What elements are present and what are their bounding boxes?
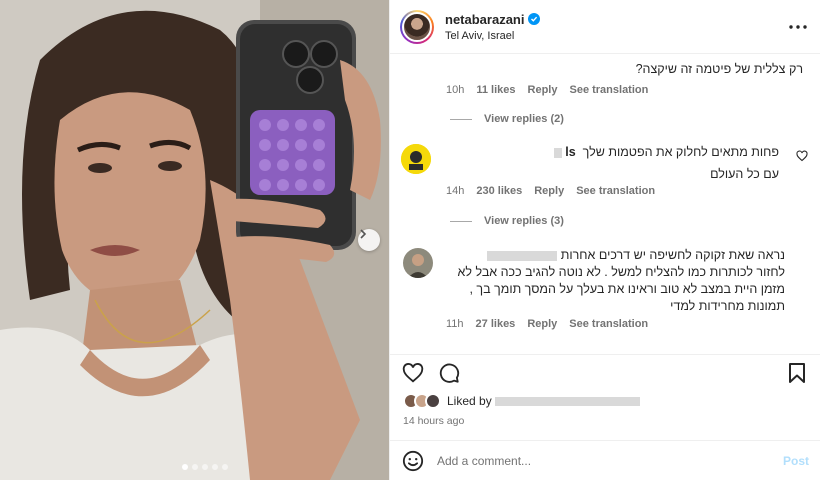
redacted-liker-info xyxy=(495,397,641,407)
comment-text: נראה שאת זקוקה לחשיפה יש דרכים אחרות לחז… xyxy=(445,247,785,315)
comment-text: פחות מתאים לחלוק את הפטמות שלך ls עם כל … xyxy=(459,144,779,183)
comment-text-line: מזמן היית במצב לא טוב וראינו את בעלך על … xyxy=(469,282,785,296)
comment-text-line: תמונות מחרידות למדי xyxy=(670,299,785,313)
view-replies-button[interactable]: View replies (2) xyxy=(450,113,564,125)
carousel-dot xyxy=(222,464,228,470)
reply-button[interactable]: Reply xyxy=(528,84,558,96)
post-timestamp[interactable]: 14 hours ago xyxy=(403,415,464,427)
post-action-bar xyxy=(390,354,820,388)
liked-by-text[interactable]: Liked by xyxy=(447,394,641,408)
post-location[interactable]: Tel Aviv, Israel xyxy=(445,30,540,42)
view-replies-label: View replies (2) xyxy=(484,113,564,125)
selfie-illustration xyxy=(0,0,389,480)
view-replies-button[interactable]: View replies (3) xyxy=(450,215,564,227)
comment-time: 14h xyxy=(446,185,465,197)
carousel-dots xyxy=(182,464,228,470)
post-photo[interactable] xyxy=(0,0,389,480)
emoji-icon[interactable] xyxy=(402,450,424,472)
comment-text-line: עם כל העולם xyxy=(710,167,779,181)
reply-button[interactable]: Reply xyxy=(527,318,557,330)
commenter-avatar[interactable] xyxy=(401,144,431,174)
chevron-right-icon xyxy=(360,229,367,239)
redacted-username xyxy=(487,250,558,261)
more-options-button[interactable] xyxy=(787,16,809,38)
comment-item: פחות מתאים לחלוק את הפטמות שלך ls עם כל … xyxy=(390,140,820,232)
see-translation-button[interactable]: See translation xyxy=(576,185,655,197)
add-comment-bar: Post xyxy=(390,440,820,480)
comment-time: 10h xyxy=(446,84,465,96)
comments-list: רק צללית של פיטמה זה שיקצה? 10h 11 likes… xyxy=(390,54,820,354)
commenter-avatar[interactable] xyxy=(403,248,433,278)
carousel-next-button[interactable] xyxy=(358,229,380,251)
save-button[interactable] xyxy=(785,361,809,385)
post-header: netabarazani Tel Aviv, Israel xyxy=(390,0,820,54)
like-button[interactable] xyxy=(401,361,425,385)
see-translation-button[interactable]: See translation xyxy=(569,318,648,330)
comment-text-line: פחות מתאים לחלוק את הפטמות שלך xyxy=(582,145,779,159)
author-avatar[interactable] xyxy=(400,9,434,44)
see-translation-button[interactable]: See translation xyxy=(569,84,648,96)
bookmark-icon xyxy=(789,363,805,383)
carousel-dot xyxy=(212,464,218,470)
liked-by-prefix: Liked by xyxy=(447,394,492,408)
view-replies-label: View replies (3) xyxy=(484,215,564,227)
comment-text-line: לחזור לכותרות כמו להצליח למשל . לא נוטה … xyxy=(457,265,785,279)
carousel-dot xyxy=(192,464,198,470)
comment-text-line: נראה שאת זקוקה לחשיפה יש דרכים אחרות xyxy=(560,248,785,262)
post-comment-button[interactable]: Post xyxy=(783,454,809,468)
commenter-username-suffix[interactable]: ls xyxy=(565,145,575,159)
heart-icon xyxy=(402,363,424,383)
comment-time: 11h xyxy=(446,318,464,330)
verified-icon xyxy=(528,13,541,25)
redacted-username xyxy=(553,147,562,158)
more-icon xyxy=(789,25,807,29)
comment-likes[interactable]: 27 likes xyxy=(476,318,516,330)
carousel-dot xyxy=(182,464,188,470)
comment-likes[interactable]: 11 likes xyxy=(476,84,515,96)
post-side-panel: netabarazani Tel Aviv, Israel רק צללית ש… xyxy=(389,0,820,480)
heart-icon[interactable] xyxy=(796,150,808,162)
comment-item: נראה שאת זקוקה לחשיפה יש דרכים אחרות לחז… xyxy=(390,244,820,344)
comment-text: רק צללית של פיטמה זה שיקצה? xyxy=(635,62,803,76)
comment-item: רק צללית של פיטמה זה שיקצה? 10h 11 likes… xyxy=(390,54,820,134)
carousel-dot xyxy=(202,464,208,470)
author-username[interactable]: netabarazani xyxy=(445,12,524,27)
comment-icon xyxy=(439,363,460,383)
reply-button[interactable]: Reply xyxy=(534,185,564,197)
comment-button[interactable] xyxy=(437,361,461,385)
add-comment-input[interactable] xyxy=(437,453,757,468)
liker-avatar xyxy=(425,393,441,409)
liked-by-row[interactable]: Liked by xyxy=(403,393,641,409)
comment-likes[interactable]: 230 likes xyxy=(476,185,522,197)
